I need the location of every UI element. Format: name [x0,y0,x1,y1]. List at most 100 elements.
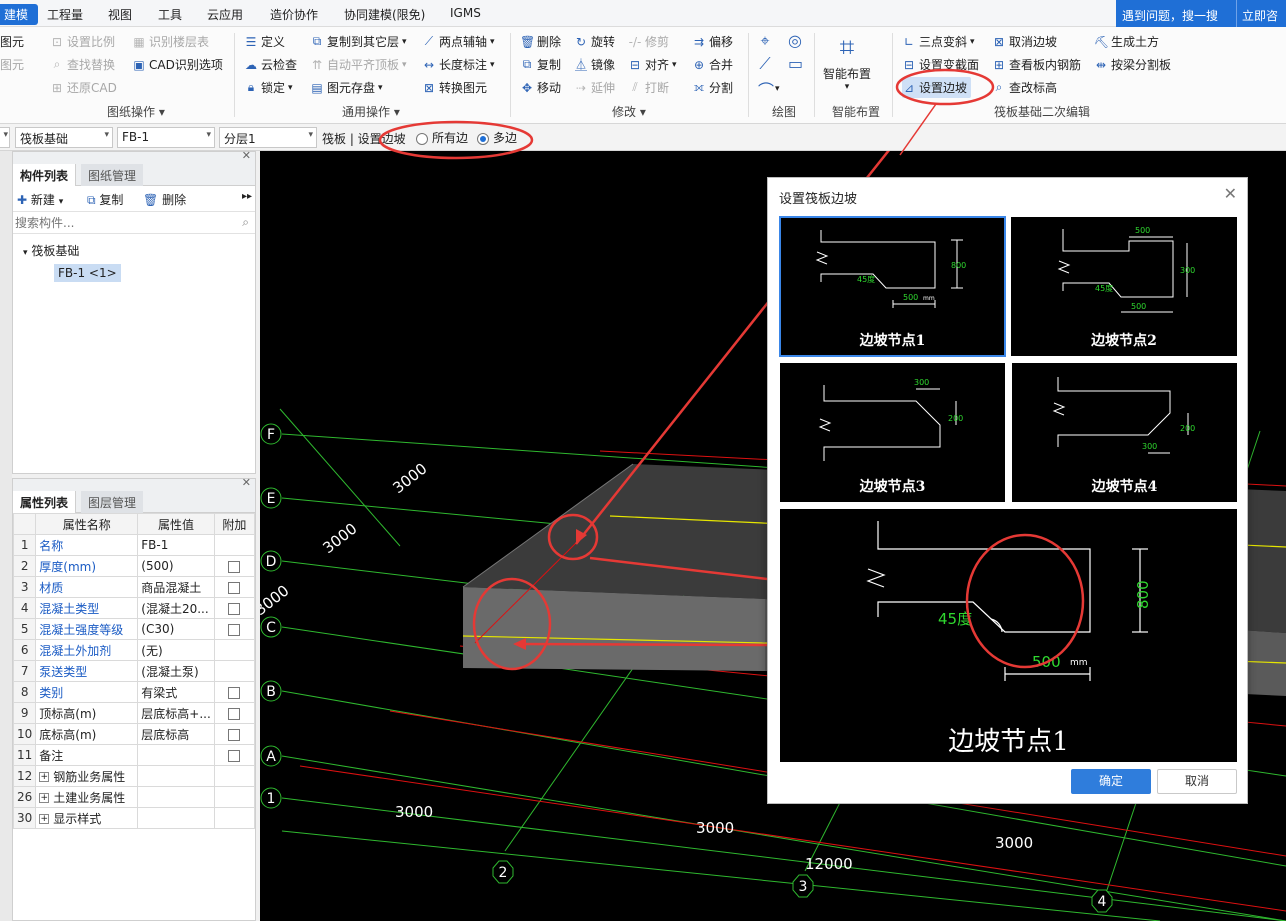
tree-node-fb1[interactable]: FB-1 <1> [54,264,121,282]
copy-button[interactable]: ⧉ 复制 [520,56,561,73]
menu-item-colmodel[interactable]: 协同建模(限免) [344,6,425,23]
layer-combo[interactable]: 分层1 ▾ [219,127,317,148]
close-icon[interactable]: ✕ [242,476,251,489]
tab-layer-manager[interactable]: 图层管理 [81,491,144,513]
draw-line-button[interactable]: ⟋ [758,54,772,74]
draw-rect-button[interactable]: ▭ [788,54,803,73]
offset-button[interactable]: ⇉ 偏移 [692,33,733,50]
property-value[interactable]: 商品混凝土 [137,576,215,598]
checkbox[interactable] [228,686,241,699]
table-row[interactable]: 5 混凝土强度等级 (C30) [12,618,256,640]
find-replace-button[interactable]: ⌕ 查找替换 [50,56,115,73]
option-multi-edges[interactable]: 多边 [477,129,517,146]
checkbox[interactable] [228,581,241,594]
menu-item-tools[interactable]: 工具 [158,6,182,23]
partial-combo[interactable]: ▾ [0,127,10,148]
property-value[interactable]: (混凝土20... [137,597,215,619]
expand-icon[interactable]: + [39,793,50,803]
rotate-button[interactable]: ↻ 旋转 [574,33,615,50]
more-icon[interactable]: ▸▸ [242,191,252,202]
property-value[interactable] [137,786,215,808]
generate-earthwork-button[interactable]: ⛏︎ 生成土方 [1094,33,1159,50]
menu-item-modeling[interactable]: 建模 [0,4,39,25]
property-value[interactable]: FB-1 [137,534,215,556]
property-value[interactable]: 有梁式 [137,681,215,703]
view-rebar-button[interactable]: ⊞ 查看板内钢筋 [992,56,1081,73]
checkbox[interactable] [228,623,241,636]
tab-component-list[interactable]: 构件列表 [13,164,77,186]
set-scale-button[interactable]: ⊡ 设置比例 [50,33,115,50]
cloud-check-button[interactable]: ☁ 云检查 [244,56,297,73]
convert-element-button[interactable]: ⊠ 转换图元 [422,79,487,96]
property-value[interactable]: 层底标高 [137,723,215,745]
mirror-button[interactable]: ⏅ 镜像 [574,56,615,73]
edit-elevation-button[interactable]: ⌕ 查改标高 [992,79,1057,96]
split-button[interactable]: ⟗ 分割 [692,79,733,96]
table-row[interactable]: 30 + 显示样式 [12,807,256,829]
cad-options-button[interactable]: ▣ CAD识别选项 [132,56,223,73]
ribbon-partial-1[interactable]: 图元 [0,33,24,50]
tree-node-raft[interactable]: ▾ 筏板基础 [23,242,79,259]
table-row[interactable]: 1 名称 FB-1 [12,534,256,556]
table-row[interactable]: 12 + 钢筋业务属性 [12,765,256,787]
checkbox[interactable] [228,749,241,762]
expand-icon[interactable]: + [39,814,50,824]
variable-section-button[interactable]: ⊟ 设置变截面 [902,56,979,73]
restore-cad-button[interactable]: ⊞ 还原CAD [50,79,117,96]
extend-button[interactable]: ⇢ 延伸 [574,79,615,96]
property-value[interactable] [137,744,215,766]
smart-layout-button[interactable]: ⌗ 智能布置 ▾ [822,31,872,97]
search-input[interactable] [15,213,225,232]
property-value[interactable] [137,807,215,829]
cancel-slope-button[interactable]: ⊠ 取消边坡 [992,33,1057,50]
property-value[interactable]: (500) [137,555,215,577]
close-icon[interactable]: ✕ [242,149,251,162]
menu-item-quantity[interactable]: 工程量 [47,6,83,23]
type-combo[interactable]: 筏板基础 ▾ [15,127,113,148]
checkbox[interactable] [228,728,241,741]
ribbon-partial-2[interactable]: 图元 [0,56,24,73]
move-button[interactable]: ✥ 移动 [520,79,561,96]
table-row[interactable]: 6 混凝土外加剂 (无) [12,639,256,661]
slope-node-3[interactable]: 300 200 边坡节点3 [780,363,1005,502]
draw-circle-button[interactable]: ◎ [788,31,802,50]
consult-button[interactable]: 立即咨 [1242,7,1278,24]
table-row[interactable]: 7 泵送类型 (混凝土泵) [12,660,256,682]
ok-button[interactable]: 确定 [1071,769,1151,794]
table-row[interactable]: 4 混凝土类型 (混凝土20... [12,597,256,619]
table-row[interactable]: 8 类别 有梁式 [12,681,256,703]
cancel-button[interactable]: 取消 [1157,769,1237,794]
draw-point-button[interactable]: ⌖ [758,31,772,51]
two-point-aux-axis-button[interactable]: ⟋ 两点辅轴 ▾ [422,33,495,50]
merge-button[interactable]: ⊕ 合并 [692,56,733,73]
auto-align-top-button[interactable]: ⇈ 自动平齐顶板 ▾ [310,56,407,73]
search-icon[interactable]: ⌕ [242,215,249,230]
slope-node-4[interactable]: 200 300 边坡节点4 [1012,363,1237,502]
checkbox[interactable] [228,602,241,615]
break-button[interactable]: ⫽ 打断 [628,79,669,96]
set-slope-button[interactable]: ⊿ 设置边坡 [902,77,972,98]
lock-button[interactable]: 🔒︎ 锁定 ▾ [244,79,293,96]
tab-property-list[interactable]: 属性列表 [13,491,77,513]
draw-arc-button[interactable]: ⌒ ▾ [758,77,780,101]
help-search[interactable]: 遇到问题，搜一搜 立即咨 [1116,0,1286,28]
property-value[interactable] [137,765,215,787]
component-search[interactable]: ⌕ [13,212,255,234]
menu-item-view[interactable]: 视图 [108,6,132,23]
trim-button[interactable]: -/- 修剪 [628,33,669,50]
menu-item-igms[interactable]: IGMS [450,6,481,20]
table-row[interactable]: 3 材质 商品混凝土 [12,576,256,598]
length-dim-button[interactable]: ↔ 长度标注 ▾ [422,56,495,73]
delete-component-button[interactable]: 🗑︎ 删除 [143,191,186,208]
split-by-beam-button[interactable]: ⇹ 按梁分割板 [1094,56,1171,73]
property-value[interactable]: (无) [137,639,215,661]
option-all-edges[interactable]: 所有边 [416,129,468,146]
save-element-button[interactable]: ▤ 图元存盘 ▾ [310,79,382,96]
element-combo[interactable]: FB-1 ▾ [117,127,215,148]
delete-button[interactable]: 🗑︎ 删除 [520,33,561,50]
table-row[interactable]: 2 厚度(mm) (500) [12,555,256,577]
property-value[interactable]: 层底标高+... [137,702,215,724]
expand-icon[interactable]: + [39,772,50,782]
checkbox[interactable] [228,560,241,573]
slope-node-2[interactable]: 500 300 45度 500 边坡节点2 [1011,217,1237,356]
